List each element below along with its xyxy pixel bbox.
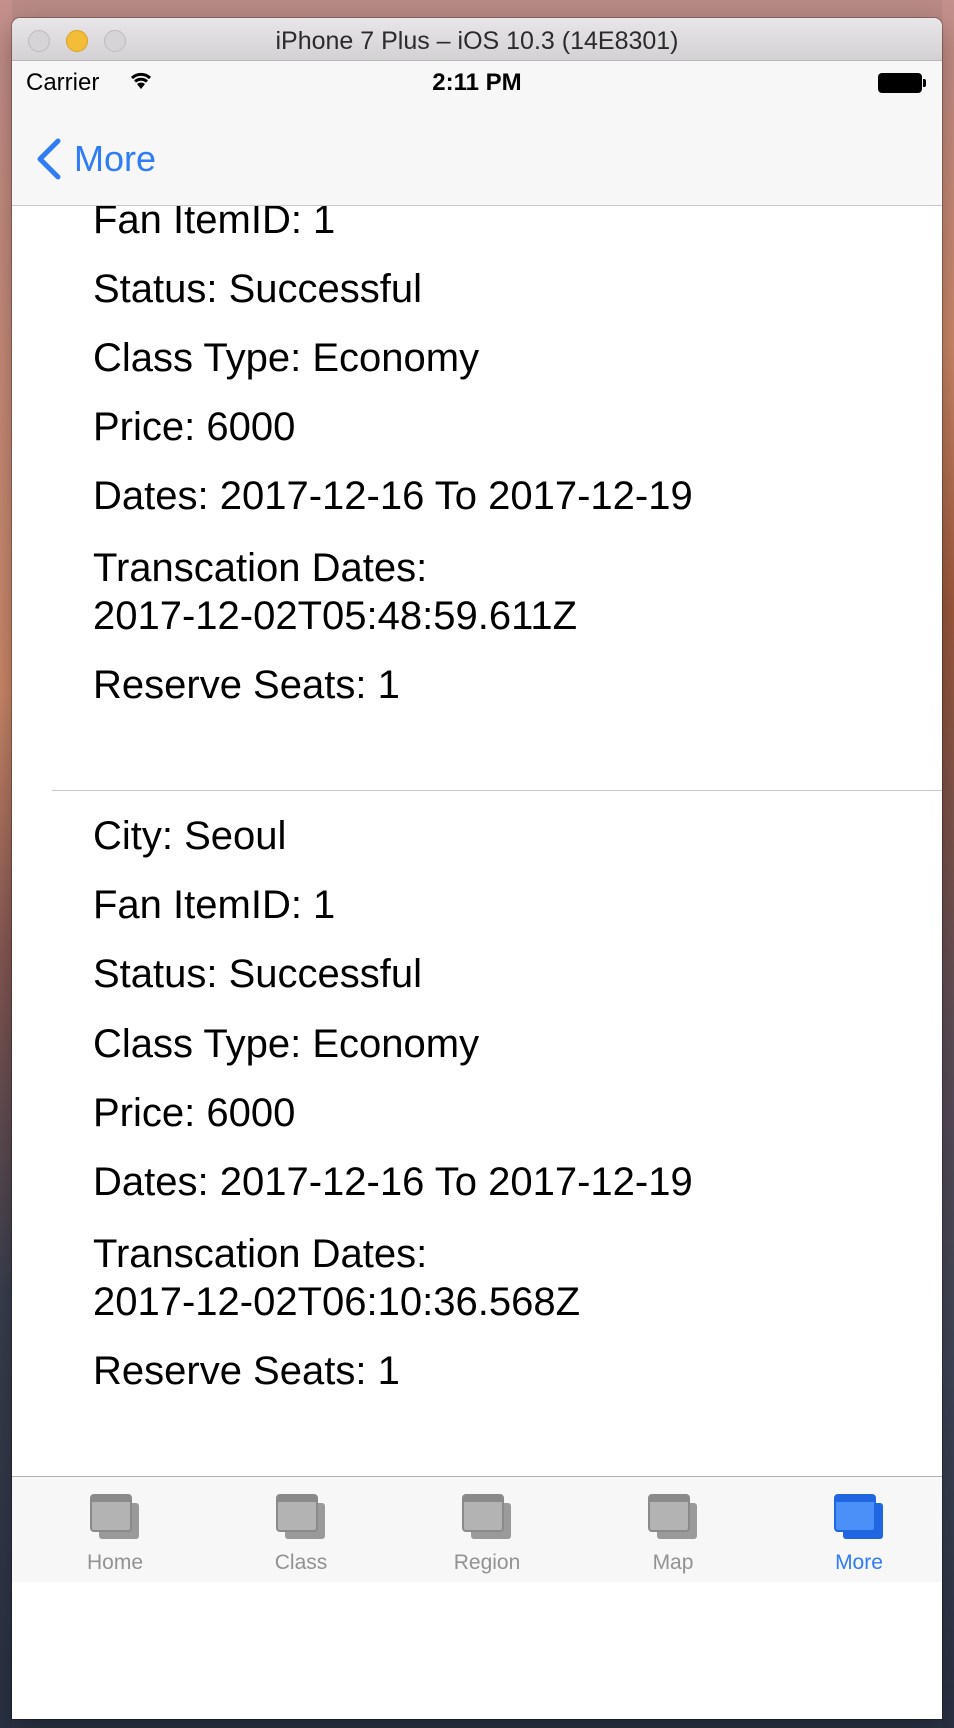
window-stack-icon <box>276 1494 325 1539</box>
dates-label: Dates: 2017-12-16 To 2017-12-19 <box>93 1160 693 1204</box>
tab-label: Class <box>274 1551 328 1574</box>
class-type-label: Class Type: Economy <box>93 336 480 380</box>
ios-status-bar: Carrier 2:11 PM <box>12 61 942 101</box>
tab-home[interactable]: Home <box>22 1477 208 1582</box>
price-label: Price: 6000 <box>93 405 296 449</box>
desktop-background-right <box>942 0 954 1728</box>
tab-bar: Home Class Region Map More <box>12 1476 942 1582</box>
clock-label: 2:11 PM <box>432 69 522 96</box>
fan-item-id-label: Fan ItemID: 1 <box>93 206 336 242</box>
window-stack-icon <box>462 1494 511 1539</box>
battery-icon <box>878 73 926 93</box>
tab-region[interactable]: Region <box>394 1477 580 1582</box>
status-label: Status: Successful <box>93 267 423 311</box>
tab-class[interactable]: Class <box>208 1477 394 1582</box>
transaction-dates-value: 2017-12-02T06:10:36.568Z <box>93 1280 581 1324</box>
fan-item-id-label: Fan ItemID: 1 <box>93 883 336 927</box>
tab-more[interactable]: More <box>766 1477 942 1582</box>
tab-label: Map <box>652 1551 694 1574</box>
reserve-seats-label: Reserve Seats: 1 <box>93 1349 400 1393</box>
transaction-dates-value: 2017-12-02T05:48:59.611Z <box>93 594 578 638</box>
dates-label: Dates: 2017-12-16 To 2017-12-19 <box>93 474 693 518</box>
reserve-seats-label: Reserve Seats: 1 <box>93 663 400 707</box>
transaction-dates-label: Transcation Dates: <box>93 546 428 590</box>
desktop-background-left <box>0 0 12 1728</box>
class-type-label: Class Type: Economy <box>93 1022 480 1066</box>
tab-label: More <box>835 1551 883 1574</box>
status-label: Status: Successful <box>93 952 423 996</box>
window-stack-icon <box>648 1494 697 1539</box>
transaction-dates-label: Transcation Dates: <box>93 1232 428 1276</box>
simulator-window: iPhone 7 Plus – iOS 10.3 (14E8301) Carri… <box>12 18 942 1719</box>
row-separator <box>52 790 942 791</box>
tab-label: Region <box>453 1551 521 1574</box>
back-button[interactable]: More <box>34 135 156 183</box>
back-button-label: More <box>74 138 157 179</box>
chevron-left-icon <box>37 138 61 180</box>
window-stack-icon <box>834 1494 883 1539</box>
records-table[interactable]: Fan ItemID: 1 Status: Successful Class T… <box>12 206 942 1476</box>
window-title: iPhone 7 Plus – iOS 10.3 (14E8301) <box>275 27 679 55</box>
window-titlebar[interactable]: iPhone 7 Plus – iOS 10.3 (14E8301) <box>12 18 942 61</box>
price-label: Price: 6000 <box>93 1091 296 1135</box>
city-label: City: Seoul <box>93 814 287 858</box>
window-stack-icon <box>90 1494 139 1539</box>
navigation-bar: More <box>12 101 942 206</box>
tab-map[interactable]: Map <box>580 1477 766 1582</box>
tab-label: Home <box>86 1551 144 1574</box>
